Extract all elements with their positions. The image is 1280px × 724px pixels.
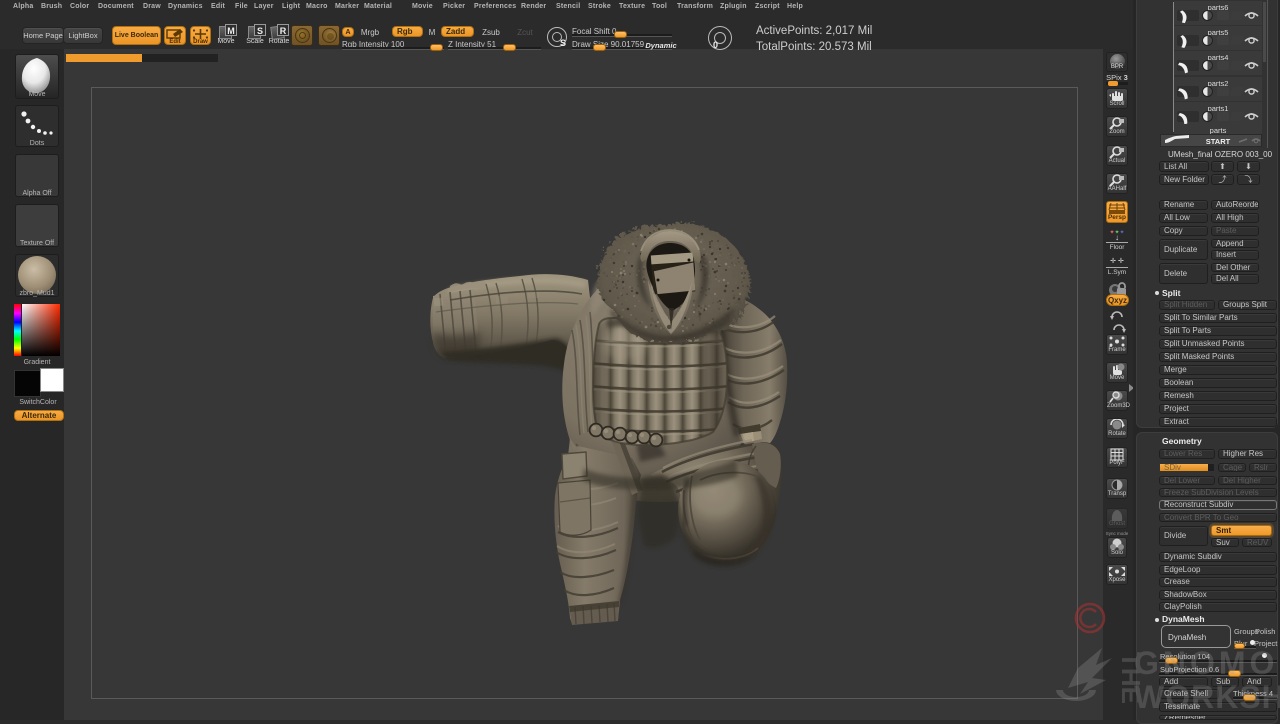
svg-text:GNOMON: GNOMON (1134, 645, 1280, 681)
svg-text:WORKSHOP: WORKSHOP (1134, 679, 1280, 715)
